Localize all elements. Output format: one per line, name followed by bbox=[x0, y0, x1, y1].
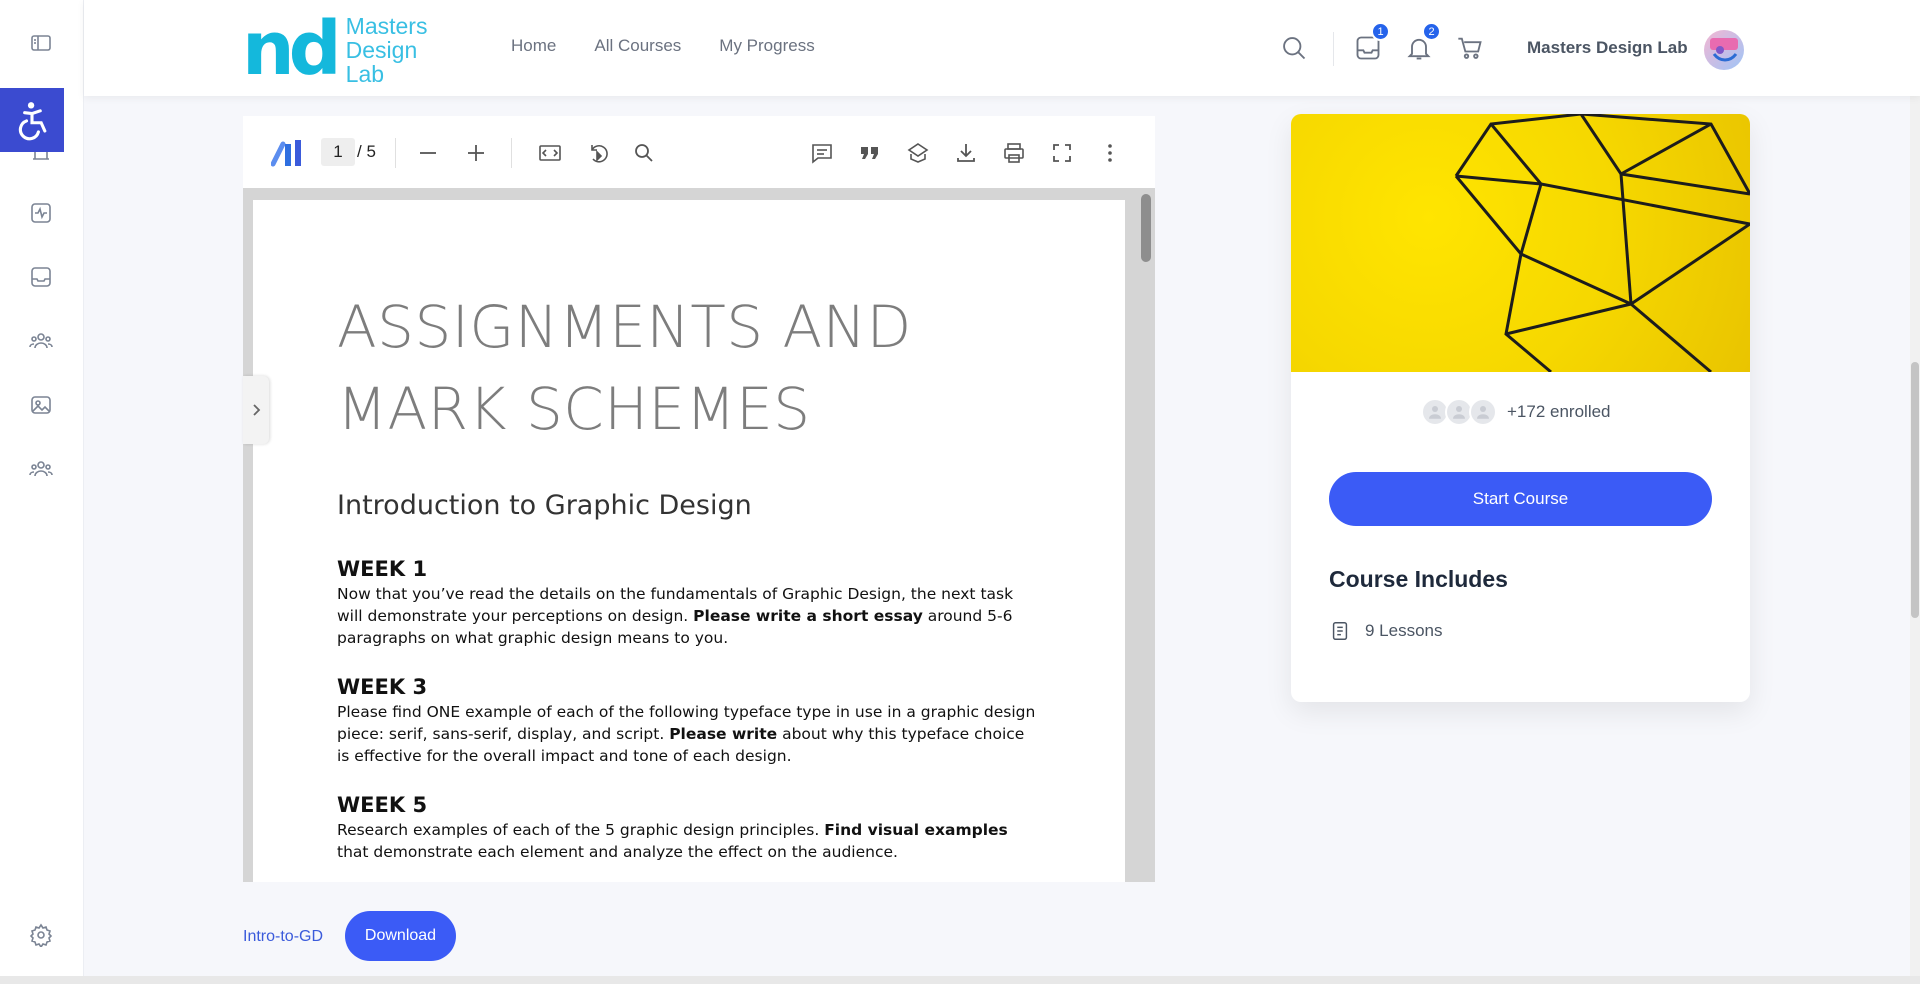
media-icon[interactable] bbox=[24, 388, 58, 422]
fit-width-icon[interactable] bbox=[535, 138, 565, 168]
fullscreen-icon[interactable] bbox=[1047, 138, 1077, 168]
notifications-badge: 2 bbox=[1422, 22, 1441, 41]
title-line-1: ASSIGNMENTS AND bbox=[337, 293, 912, 361]
enrolled-avatar bbox=[1469, 398, 1497, 426]
week-section: WEEK 5 Research examples of each of the … bbox=[337, 793, 1125, 863]
print-icon[interactable] bbox=[999, 138, 1029, 168]
zoom-out-icon[interactable] bbox=[413, 138, 443, 168]
enrolled-count: +172 enrolled bbox=[1507, 402, 1611, 421]
nav-all-courses[interactable]: All Courses bbox=[594, 36, 681, 56]
settings-icon[interactable] bbox=[24, 918, 58, 952]
lessons-count: 9 Lessons bbox=[1329, 620, 1443, 642]
stamp-icon[interactable] bbox=[903, 138, 933, 168]
nav-home[interactable]: Home bbox=[511, 36, 556, 56]
groups-icon[interactable] bbox=[24, 324, 58, 358]
book-icon bbox=[1332, 622, 1348, 640]
accessibility-button[interactable] bbox=[0, 88, 64, 152]
chevron-right-icon bbox=[253, 404, 261, 416]
logo-mark: nd bbox=[242, 6, 342, 92]
start-course-button[interactable]: Start Course bbox=[1329, 472, 1712, 526]
pdf-viewer: 1 / 5 ASSIGNMENTS AND MARK SCHEMES Intro… bbox=[243, 116, 1155, 882]
pdf-toolbar: 1 / 5 bbox=[243, 116, 1155, 188]
rotate-icon[interactable] bbox=[583, 138, 613, 168]
search-icon[interactable] bbox=[1280, 34, 1310, 64]
quote-icon[interactable] bbox=[855, 138, 885, 168]
week-text: Research examples of each of the 5 graph… bbox=[337, 821, 1008, 861]
logo-line-3: Lab bbox=[345, 61, 385, 87]
week-heading: WEEK 5 bbox=[337, 793, 428, 817]
page-scrollbar-thumb[interactable] bbox=[1911, 362, 1919, 618]
zoom-in-icon[interactable] bbox=[461, 138, 491, 168]
bell-icon[interactable]: 2 bbox=[1405, 22, 1441, 64]
top-header: nd Masters Design Lab Home All Courses M… bbox=[84, 0, 1920, 96]
week-section: WEEK 3 Please find ONE example of each o… bbox=[337, 675, 1125, 767]
members-icon[interactable] bbox=[24, 452, 58, 486]
document-area[interactable]: ASSIGNMENTS AND MARK SCHEMES Introductio… bbox=[243, 188, 1155, 882]
week-heading: WEEK 3 bbox=[337, 675, 428, 699]
download-button[interactable]: Download bbox=[345, 911, 456, 961]
activity-icon[interactable] bbox=[24, 196, 58, 230]
viewer-logo-icon bbox=[270, 138, 309, 173]
page-number-input[interactable]: 1 bbox=[321, 138, 355, 166]
download-icon[interactable] bbox=[951, 138, 981, 168]
inbox-icon[interactable] bbox=[24, 260, 58, 294]
enrolled-summary: +172 enrolled bbox=[1421, 398, 1611, 426]
page-scrollbar[interactable] bbox=[1910, 0, 1920, 984]
document-page: ASSIGNMENTS AND MARK SCHEMES Introductio… bbox=[253, 200, 1125, 882]
document-scrollbar[interactable] bbox=[1141, 194, 1151, 262]
sidebar-toggle-icon[interactable] bbox=[24, 26, 58, 60]
week-text: Please find ONE example of each of the f… bbox=[337, 703, 1036, 765]
inbox-header-icon[interactable]: 1 bbox=[1354, 22, 1390, 64]
course-cover-image bbox=[1291, 114, 1750, 372]
user-avatar[interactable] bbox=[1704, 30, 1744, 70]
course-includes-heading: Course Includes bbox=[1329, 566, 1508, 592]
accessibility-icon bbox=[18, 102, 47, 141]
logo-line-2: Design bbox=[345, 37, 418, 63]
more-options-icon[interactable] bbox=[1095, 138, 1125, 168]
toolbar-separator bbox=[511, 138, 512, 168]
inbox-badge: 1 bbox=[1371, 22, 1390, 41]
logo-text: Masters Design Lab bbox=[346, 14, 428, 86]
window-bottom-edge bbox=[0, 976, 1920, 984]
comment-icon[interactable] bbox=[807, 138, 837, 168]
logo-line-1: Masters bbox=[345, 13, 428, 39]
document-subtitle: Introduction to Graphic Design bbox=[337, 490, 752, 521]
main-nav: Home All Courses My Progress bbox=[511, 36, 815, 56]
document-title: ASSIGNMENTS AND MARK SCHEMES bbox=[337, 286, 1125, 450]
cart-icon[interactable] bbox=[1456, 34, 1486, 64]
search-document-icon[interactable] bbox=[629, 138, 659, 168]
thumbnail-panel-toggle[interactable] bbox=[243, 376, 269, 444]
week-heading: WEEK 1 bbox=[337, 557, 428, 581]
attachment-file-link[interactable]: Intro-to-GD bbox=[243, 928, 323, 946]
header-divider bbox=[1333, 32, 1334, 66]
title-line-2: MARK SCHEMES bbox=[337, 375, 811, 443]
page-total: / 5 bbox=[357, 142, 376, 161]
site-logo[interactable]: nd Masters Design Lab bbox=[242, 12, 427, 86]
user-name[interactable]: Masters Design Lab bbox=[1527, 38, 1688, 58]
course-card: +172 enrolled Start Course Course Includ… bbox=[1291, 114, 1750, 702]
toolbar-separator bbox=[395, 138, 396, 168]
week-text: Now that you’ve read the details on the … bbox=[337, 585, 1014, 647]
lessons-text: 9 Lessons bbox=[1365, 621, 1443, 640]
nav-my-progress[interactable]: My Progress bbox=[719, 36, 814, 56]
week-section: WEEK 1 Now that you’ve read the details … bbox=[337, 557, 1125, 649]
